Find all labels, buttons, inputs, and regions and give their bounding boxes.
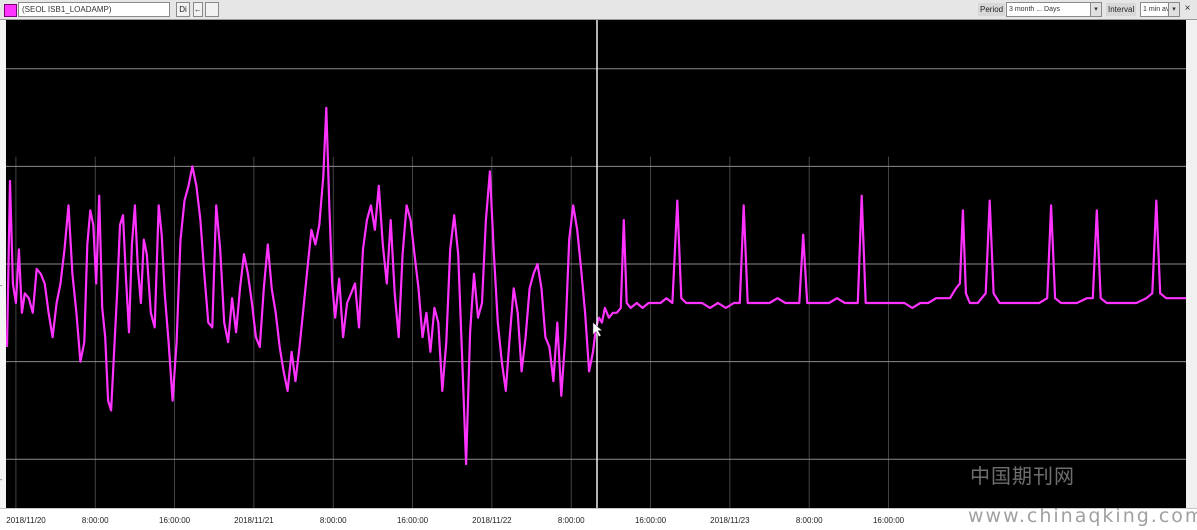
x-tick-label: 2018/11/21 <box>234 516 274 525</box>
x-tick-label: 16:00:00 <box>158 516 191 525</box>
tag-selector[interactable]: (SEOL ISB1_LOADAMP) <box>18 2 170 17</box>
chart-toolbar: (SEOL ISB1_LOADAMP) Di ← Period 3 month … <box>0 0 1197 20</box>
interval-label: Interval <box>1106 3 1137 16</box>
x-tick-label: 8:00:00 <box>557 516 585 525</box>
x-tick-label: 8:00:00 <box>81 516 109 525</box>
x-tick-label: 2018/11/20 <box>6 516 46 525</box>
y-tick-mark: - <box>0 477 3 484</box>
right-scroll-gutter[interactable] <box>1186 20 1197 508</box>
period-select[interactable]: 3 month ... Days ▾ <box>1006 2 1102 17</box>
x-tick-label: 2018/11/22 <box>472 516 512 525</box>
watermark-chinese: 中国期刊网 <box>970 464 1075 488</box>
period-select-value: 3 month ... Days <box>1009 6 1060 13</box>
x-tick-label: 16:00:00 <box>634 516 667 525</box>
period-label: Period <box>978 3 1006 16</box>
x-tick-label: 16:00:00 <box>872 516 905 525</box>
toolbar-button-c[interactable] <box>205 2 219 17</box>
chevron-down-icon: ▾ <box>1168 3 1179 16</box>
x-tick-label: 8:00:00 <box>319 516 347 525</box>
chevron-down-icon: ▾ <box>1090 3 1101 16</box>
toolbar-button-a[interactable]: Di <box>176 2 190 17</box>
watermark-url: www.chinaqking.com <box>968 505 1197 527</box>
interval-select[interactable]: 1 min avg ▾ <box>1140 2 1180 17</box>
y-tick-mark: - <box>0 283 3 290</box>
x-tick-label: 16:00:00 <box>396 516 429 525</box>
x-tick-label: 2018/11/23 <box>710 516 750 525</box>
close-icon[interactable]: × <box>1181 2 1194 17</box>
series-color-swatch <box>4 4 17 17</box>
x-tick-label: 8:00:00 <box>795 516 823 525</box>
toolbar-button-b[interactable]: ← <box>193 2 203 17</box>
trend-plot[interactable] <box>6 20 1186 508</box>
